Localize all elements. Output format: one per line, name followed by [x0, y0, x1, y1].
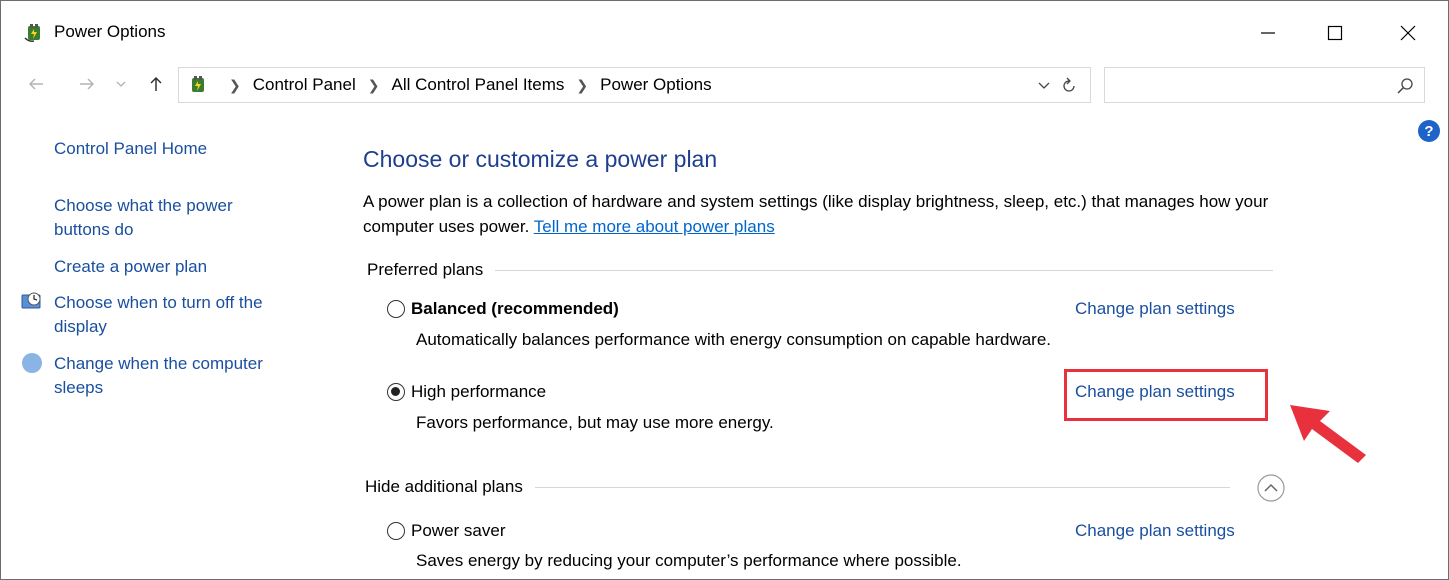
- pointer-arrow-icon: [1290, 405, 1366, 463]
- turn-off-display-link[interactable]: Choose when to turn off the display: [54, 291, 299, 339]
- plan-description: Saves energy by reducing your computer’s…: [416, 551, 962, 570]
- breadcrumb-control-panel[interactable]: Control Panel: [253, 75, 356, 95]
- title-bar: Power Options: [1, 1, 1448, 63]
- chevron-down-icon: [116, 81, 126, 87]
- search-icon: [1397, 78, 1413, 94]
- plan-description: Favors performance, but may use more ene…: [416, 413, 774, 432]
- description-text: A power plan is a collection of hardware…: [363, 192, 1269, 236]
- page-description: A power plan is a collection of hardware…: [363, 189, 1303, 239]
- control-panel-home-link[interactable]: Control Panel Home: [54, 137, 314, 161]
- maximize-icon: [1327, 25, 1343, 41]
- plan-description: Automatically balances performance with …: [416, 330, 1052, 349]
- hide-additional-plans-label[interactable]: Hide additional plans: [365, 477, 523, 497]
- help-icon[interactable]: ?: [1417, 119, 1441, 143]
- collapse-chevron-up-icon[interactable]: [1256, 473, 1286, 503]
- plan-power-saver-radio[interactable]: Power saver: [387, 521, 505, 541]
- close-icon: [1400, 25, 1416, 41]
- svg-text:?: ?: [1424, 123, 1433, 140]
- breadcrumb: ❯ Control Panel ❯ All Control Panel Item…: [217, 75, 712, 95]
- refresh-icon[interactable]: [1059, 76, 1079, 96]
- radio-button[interactable]: [387, 300, 405, 318]
- plan-high-performance-radio[interactable]: High performance: [387, 382, 546, 402]
- radio-button[interactable]: [387, 522, 405, 540]
- minimize-icon: [1261, 32, 1275, 34]
- display-clock-icon: [21, 292, 41, 309]
- breadcrumb-separator-icon: ❯: [576, 76, 589, 93]
- sleep-moon-icon: [22, 353, 42, 373]
- search-box[interactable]: [1104, 67, 1425, 103]
- address-bar[interactable]: ❯ Control Panel ❯ All Control Panel Item…: [178, 67, 1091, 103]
- breadcrumb-separator-icon: ❯: [229, 76, 241, 93]
- maximize-button[interactable]: [1312, 13, 1358, 53]
- create-power-plan-link[interactable]: Create a power plan: [54, 255, 314, 279]
- up-arrow-icon: [150, 76, 162, 91]
- breadcrumb-power-options[interactable]: Power Options: [600, 75, 712, 95]
- change-plan-settings-power-saver-link[interactable]: Change plan settings: [1075, 521, 1235, 541]
- preferred-plans-label: Preferred plans: [367, 260, 484, 279]
- page-title: Choose or customize a power plan: [363, 146, 718, 172]
- back-arrow-icon: [29, 78, 43, 90]
- hide-additional-plans-header[interactable]: Hide additional plans: [365, 477, 1230, 497]
- tell-me-more-link[interactable]: Tell me more about power plans: [534, 217, 775, 236]
- plan-balanced-radio[interactable]: Balanced (recommended): [387, 299, 619, 319]
- computer-sleeps-link[interactable]: Change when the computer sleeps: [54, 352, 299, 400]
- plan-name: High performance: [411, 382, 547, 401]
- up-button[interactable]: [143, 71, 169, 97]
- divider: [534, 486, 1230, 488]
- navigation-bar: ❯ Control Panel ❯ All Control Panel Item…: [1, 65, 1448, 105]
- address-dropdown-icon[interactable]: [1035, 76, 1053, 94]
- breadcrumb-all-items[interactable]: All Control Panel Items: [391, 75, 564, 95]
- forward-button[interactable]: [74, 71, 100, 97]
- minimize-button[interactable]: [1245, 13, 1291, 53]
- divider: [495, 269, 1274, 271]
- forward-arrow-icon: [80, 78, 94, 90]
- window-title: Power Options: [54, 22, 166, 41]
- power-buttons-link[interactable]: Choose what the power buttons do: [54, 194, 284, 242]
- back-button[interactable]: [23, 71, 49, 97]
- highlight-box: [1064, 369, 1268, 421]
- radio-button-selected[interactable]: [387, 383, 405, 401]
- plan-name: Power saver: [411, 521, 506, 540]
- close-button[interactable]: [1385, 13, 1431, 53]
- breadcrumb-separator-icon: ❯: [367, 76, 380, 93]
- power-options-window: Power Options ❯ Control Panel ❯ All Cont…: [0, 0, 1449, 580]
- change-plan-settings-balanced-link[interactable]: Change plan settings: [1075, 299, 1235, 319]
- plan-name: Balanced (recommended): [411, 299, 619, 318]
- power-options-icon: [24, 24, 40, 42]
- recent-locations-dropdown[interactable]: [111, 71, 131, 97]
- preferred-plans-header: Preferred plans: [367, 260, 1274, 280]
- power-options-icon: [192, 76, 204, 92]
